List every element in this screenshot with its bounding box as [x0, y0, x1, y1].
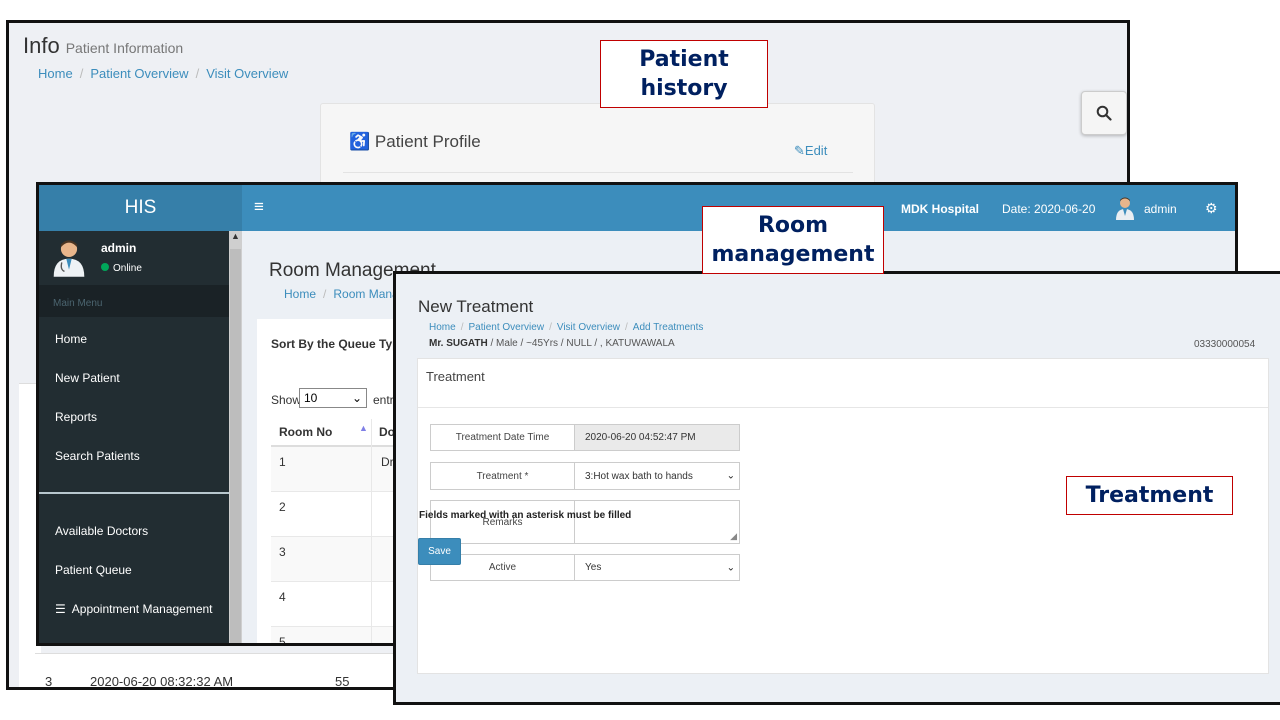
profile-divider: [343, 172, 853, 173]
chevron-down-icon: ⌄: [726, 470, 735, 482]
sidebar-scrollbar[interactable]: ▲: [229, 231, 242, 643]
edit-link[interactable]: ✎Edit: [794, 143, 827, 159]
remarks-label: Remarks: [431, 501, 575, 543]
treatment-select-row: Treatment * 3:Hot wax bath to hands ⌄: [430, 462, 740, 490]
breadcrumb-add-treatments[interactable]: Add Treatments: [633, 322, 704, 333]
remarks-textarea[interactable]: ◢: [575, 501, 739, 543]
sidebar-item-search-patients[interactable]: Search Patients: [55, 449, 140, 463]
column-divider: [371, 419, 372, 643]
save-button[interactable]: Save: [418, 538, 461, 565]
show-label: Show: [271, 393, 302, 407]
breadcrumb-visit-overview[interactable]: Visit Overview: [206, 66, 288, 81]
hamburger-menu-icon[interactable]: ≡: [254, 197, 264, 217]
page-size-select[interactable]: 10 ⌄: [299, 388, 367, 408]
patient-id: 03330000054: [1194, 339, 1256, 350]
sidebar-divider: [39, 492, 229, 494]
page-title: Info Patient Information: [23, 33, 184, 58]
online-dot-icon: [101, 263, 109, 271]
cogs-icon[interactable]: ⚙: [1205, 200, 1218, 217]
app-logo[interactable]: HIS: [39, 185, 242, 231]
treatment-label: Treatment *: [431, 463, 575, 489]
sidebar-item-reports[interactable]: Reports: [55, 410, 97, 424]
main-menu-header: Main Menu: [39, 285, 229, 317]
wheelchair-icon: ♿: [349, 132, 371, 151]
username[interactable]: admin: [1144, 202, 1177, 216]
sidebar-item-appointment-management[interactable]: ☰ Appointment Management: [55, 602, 213, 616]
search-icon: [1096, 105, 1112, 121]
active-select[interactable]: Yes ⌄: [575, 555, 739, 580]
online-status: Online: [101, 263, 142, 274]
remarks-row: Remarks ◢: [430, 500, 740, 544]
edit-icon: ✎: [794, 143, 805, 158]
treatment-date-row: Treatment Date Time 2020-06-20 04:52:47 …: [430, 424, 740, 451]
active-row: Active Yes ⌄: [430, 554, 740, 581]
current-date: Date: 2020-06-20: [1002, 202, 1096, 216]
sidebar-username: admin: [101, 241, 137, 255]
sidebar: admin Online Main Menu Home New Patient …: [39, 231, 229, 643]
chevron-down-icon: ⌄: [726, 562, 735, 573]
breadcrumb-visit-overview[interactable]: Visit Overview: [557, 322, 620, 333]
required-fields-note: Fields marked with an asterisk must be f…: [419, 510, 632, 521]
treatment-date-field: 2020-06-20 04:52:47 PM: [575, 425, 739, 450]
annotation-treatment: Treatment: [1066, 476, 1233, 515]
avatar: [53, 240, 85, 277]
breadcrumb-home[interactable]: Home: [38, 66, 73, 81]
sidebar-item-home[interactable]: Home: [55, 332, 87, 346]
sidebar-item-new-patient[interactable]: New Patient: [55, 371, 120, 385]
annotation-patient-history: Patient history: [600, 40, 768, 108]
sort-asc-icon[interactable]: ▲: [359, 423, 368, 433]
breadcrumb-patient-overview[interactable]: Patient Overview: [90, 66, 188, 81]
sidebar-item-available-doctors[interactable]: Available Doctors: [55, 524, 148, 538]
breadcrumb: Home / Patient Overview / Visit Overview / Add…: [429, 322, 704, 333]
breadcrumb-home[interactable]: Home: [284, 287, 316, 301]
annotation-room-management: Room management: [702, 206, 884, 274]
chevron-down-icon: ⌄: [351, 391, 362, 405]
search-button[interactable]: [1081, 91, 1127, 135]
breadcrumb-patient-overview[interactable]: Patient Overview: [468, 322, 544, 333]
treatment-select[interactable]: 3:Hot wax bath to hands ⌄: [575, 463, 739, 489]
sidebar-item-patient-queue[interactable]: Patient Queue: [55, 563, 132, 577]
panel-title: Treatment: [426, 369, 485, 384]
avatar[interactable]: [1114, 196, 1136, 220]
page-title: New Treatment: [418, 297, 534, 316]
breadcrumb: Home / Patient Overview / Visit Overview: [38, 66, 289, 81]
breadcrumb-home[interactable]: Home: [429, 322, 456, 333]
column-header-room-no[interactable]: Room No: [279, 425, 332, 439]
list-icon: ☰: [55, 602, 66, 616]
resize-grip-icon[interactable]: ◢: [730, 531, 737, 542]
sort-label: Sort By the Queue Type: [271, 337, 407, 351]
scroll-up-icon[interactable]: ▲: [231, 231, 240, 241]
user-panel: admin Online: [39, 231, 229, 285]
treatment-date-label: Treatment Date Time: [431, 425, 575, 450]
panel-divider: [418, 407, 1268, 408]
patient-info: Mr. SUGATH / Male / ~45Yrs / NULL / , KA…: [429, 338, 675, 349]
profile-title: ♿ Patient Profile: [349, 132, 481, 151]
scrollbar-thumb[interactable]: [230, 249, 241, 643]
table-row: 3 2020-06-20 08:32:32 AM 55: [35, 653, 425, 687]
hospital-name: MDK Hospital: [901, 202, 979, 216]
